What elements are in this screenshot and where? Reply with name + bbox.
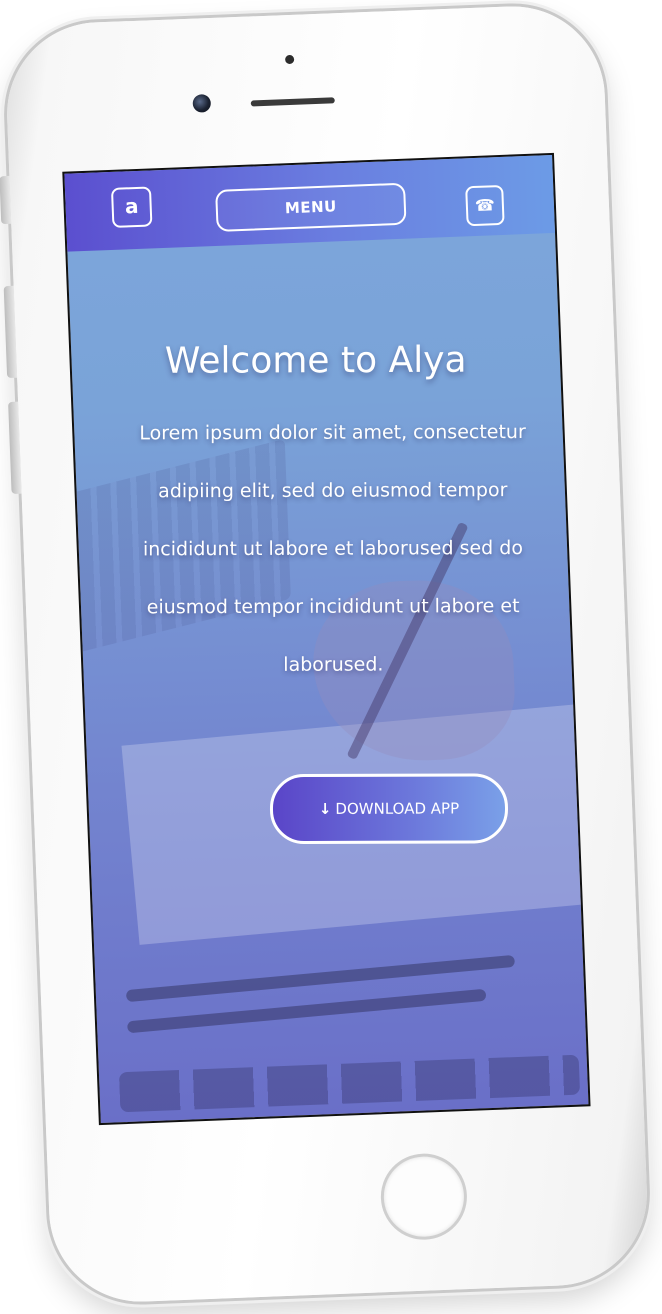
logo-button[interactable]: a (110, 186, 153, 228)
earpiece-speaker (250, 97, 335, 107)
download-arrow-icon: ↓ (318, 799, 332, 818)
home-button[interactable] (379, 1152, 469, 1242)
phone-screen: a MENU ☎ Welcome to Alya Lorem ipsum dol… (62, 152, 591, 1126)
background-keyboard (118, 1054, 581, 1113)
hero-title: Welcome to Alya (164, 339, 467, 382)
front-camera (192, 94, 212, 113)
volume-up-button (3, 285, 18, 379)
download-app-label: DOWNLOAD APP (335, 799, 460, 818)
mockup-stage: a MENU ☎ Welcome to Alya Lorem ipsum dol… (0, 0, 662, 1314)
app-header: a MENU ☎ (64, 154, 556, 252)
mute-switch (0, 175, 12, 225)
download-app-button[interactable]: ↓ DOWNLOAD APP (269, 773, 509, 845)
phone-device: a MENU ☎ Welcome to Alya Lorem ipsum dol… (0, 2, 651, 1306)
hero-description: Lorem ipsum dolor sit amet, consectetur … (139, 421, 526, 676)
volume-down-button (8, 401, 22, 494)
phone-icon[interactable]: ☎ (465, 184, 505, 227)
menu-button[interactable]: MENU (215, 182, 407, 232)
proximity-sensor (284, 54, 295, 65)
